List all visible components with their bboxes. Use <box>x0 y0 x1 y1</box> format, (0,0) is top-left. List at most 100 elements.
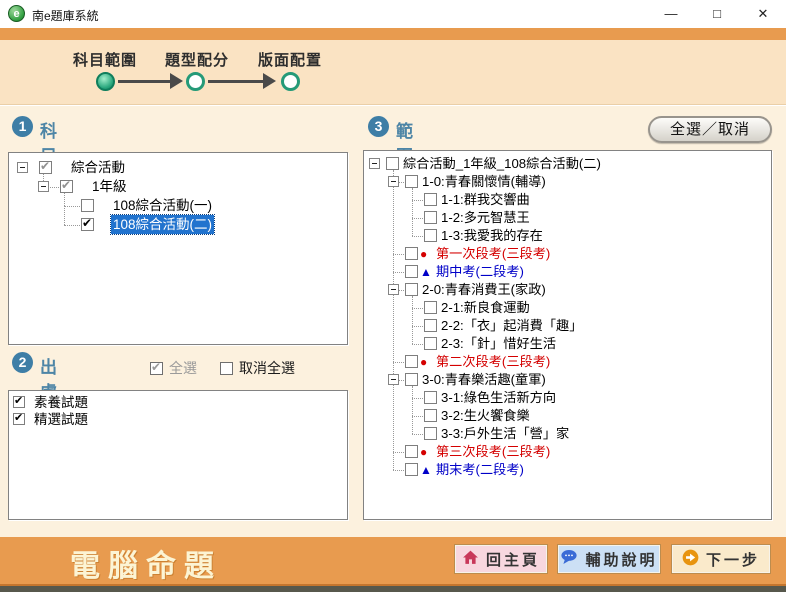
exam-triangle-icon: ▲ <box>420 461 432 479</box>
titlebar: e 南e題庫系統 — □ ✕ <box>0 0 786 28</box>
footer-button-label: 下一步 <box>706 549 760 570</box>
close-button[interactable]: ✕ <box>740 0 786 28</box>
select-all-checkbox[interactable]: ✔ <box>150 362 163 375</box>
source-item-checkbox[interactable]: ✔ <box>13 396 25 408</box>
tree-node[interactable]: ✔ 1年級 <box>9 177 347 196</box>
tree-checkbox[interactable] <box>405 175 418 188</box>
source-item-label: 精選試題 <box>32 411 90 428</box>
tree-node[interactable]: 1-1:群我交響曲 <box>364 191 771 209</box>
expand-collapse-icon[interactable] <box>17 162 28 173</box>
tree-node-label: 第二次段考(三段考) <box>434 353 552 371</box>
tree-checkbox[interactable] <box>405 355 418 368</box>
tree-node[interactable]: 1-3:我愛我的存在 <box>364 227 771 245</box>
app-logo-icon: e <box>8 5 25 22</box>
step-arrow-line-1 <box>118 80 170 83</box>
tree-checkbox[interactable]: ✔ <box>81 218 94 231</box>
select-all-toggle-button[interactable]: 全選／取消 <box>648 116 772 143</box>
tree-checkbox[interactable] <box>424 301 437 314</box>
subject-tree-box: ✔綜合活動✔1年級108綜合活動(一)✔108綜合活動(二) <box>8 152 348 345</box>
exam-circle-icon: ● <box>420 443 427 461</box>
tree-connector <box>393 254 394 272</box>
tree-node[interactable]: 綜合活動_1年級_108綜合活動(二) <box>364 155 771 173</box>
tree-checkbox[interactable] <box>424 319 437 332</box>
source-item-checkbox[interactable]: ✔ <box>13 413 25 425</box>
tree-node[interactable]: ▲期末考(二段考) <box>364 461 771 479</box>
tree-checkbox[interactable] <box>405 247 418 260</box>
tree-node-label: 期中考(二段考) <box>434 263 526 281</box>
tree-node[interactable]: 1-2:多元智慧王 <box>364 209 771 227</box>
tree-connector <box>64 225 82 226</box>
next-step-button[interactable]: 下一步 <box>672 545 770 573</box>
tree-connector <box>412 200 413 218</box>
home-button[interactable]: 回主頁 <box>455 545 547 573</box>
step-circle-2[interactable] <box>186 72 205 91</box>
tree-node[interactable]: ●第一次段考(三段考) <box>364 245 771 263</box>
tree-connector <box>412 188 413 200</box>
tree-connector <box>412 296 413 308</box>
tree-node-label: 1-0:青春關懷情(輔導) <box>420 173 548 191</box>
tree-checkbox[interactable] <box>405 445 418 458</box>
tree-node-label: 3-1:綠色生活新方向 <box>439 389 558 407</box>
tree-node[interactable]: ●第二次段考(三段考) <box>364 353 771 371</box>
next-arrow-icon <box>682 549 699 570</box>
tree-node-label: 1-2:多元智慧王 <box>439 209 532 227</box>
tree-node-label: 3-3:戶外生活「營」家 <box>439 425 571 443</box>
tree-checkbox[interactable] <box>424 229 437 242</box>
tree-connector <box>393 290 394 362</box>
tree-checkbox[interactable] <box>424 193 437 206</box>
tree-checkbox[interactable] <box>424 337 437 350</box>
tree-connector <box>64 193 65 206</box>
tree-checkbox[interactable] <box>405 283 418 296</box>
tree-checkbox[interactable] <box>424 427 437 440</box>
step-circle-1-active[interactable] <box>96 72 115 91</box>
deselect-all-option[interactable]: 取消全選 <box>220 358 295 378</box>
tree-checkbox[interactable] <box>424 211 437 224</box>
tree-node[interactable]: 3-1:綠色生活新方向 <box>364 389 771 407</box>
tree-node[interactable]: 2-3:「針」惜好生活 <box>364 335 771 353</box>
tree-node[interactable]: 3-0:青春樂活趣(童軍) <box>364 371 771 389</box>
tree-checkbox[interactable]: ✔ <box>39 161 52 174</box>
tree-node[interactable]: 2-0:青春消費王(家政) <box>364 281 771 299</box>
tree-node-label: 1年級 <box>90 177 129 196</box>
expand-collapse-icon[interactable] <box>369 158 380 169</box>
tree-node[interactable]: 3-3:戶外生活「營」家 <box>364 425 771 443</box>
tree-node[interactable]: 2-1:新良食運動 <box>364 299 771 317</box>
tree-checkbox[interactable] <box>405 373 418 386</box>
tree-connector <box>412 398 413 416</box>
tree-node[interactable]: ▲期中考(二段考) <box>364 263 771 281</box>
tree-checkbox[interactable]: ✔ <box>60 180 73 193</box>
step-arrow-head-1 <box>170 73 183 89</box>
expand-collapse-icon[interactable] <box>388 176 399 187</box>
help-button[interactable]: 輔助說明 <box>558 545 660 573</box>
tree-checkbox[interactable] <box>405 463 418 476</box>
minimize-button[interactable]: — <box>648 0 694 28</box>
tree-node[interactable]: 2-2:「衣」起消費「趣」 <box>364 317 771 335</box>
range-tree-box: 綜合活動_1年級_108綜合活動(二)1-0:青春關懷情(輔導)1-1:群我交響… <box>363 150 772 520</box>
tree-checkbox[interactable] <box>424 409 437 422</box>
tree-checkbox[interactable] <box>424 391 437 404</box>
tree-checkbox[interactable] <box>405 265 418 278</box>
maximize-button[interactable]: □ <box>694 0 740 28</box>
select-all-option[interactable]: ✔ 全選 <box>150 358 197 378</box>
step-circle-3[interactable] <box>281 72 300 91</box>
expand-collapse-icon[interactable] <box>38 181 49 192</box>
tree-node-label: 2-1:新良食運動 <box>439 299 532 317</box>
tree-node-label: 綜合活動_1年級_108綜合活動(二) <box>401 155 603 173</box>
panel-number-1: 1 <box>12 116 33 137</box>
tree-connector <box>64 206 65 225</box>
step-label-layout: 版面配置 <box>250 49 330 70</box>
tree-node[interactable]: 3-2:生火饗食樂 <box>364 407 771 425</box>
tree-checkbox[interactable] <box>81 199 94 212</box>
tree-checkbox[interactable] <box>386 157 399 170</box>
expand-collapse-icon[interactable] <box>388 374 399 385</box>
tree-node-label: 2-0:青春消費王(家政) <box>420 281 548 299</box>
tree-node[interactable]: 1-0:青春關懷情(輔導) <box>364 173 771 191</box>
step-arrow-head-2 <box>263 73 276 89</box>
tree-node[interactable]: ●第三次段考(三段考) <box>364 443 771 461</box>
tree-node[interactable]: 108綜合活動(一) <box>9 196 347 215</box>
tree-node[interactable]: ✔108綜合活動(二) <box>9 215 347 234</box>
exam-triangle-icon: ▲ <box>420 263 432 281</box>
tree-node[interactable]: ✔綜合活動 <box>9 158 347 177</box>
deselect-all-checkbox[interactable] <box>220 362 233 375</box>
expand-collapse-icon[interactable] <box>388 284 399 295</box>
